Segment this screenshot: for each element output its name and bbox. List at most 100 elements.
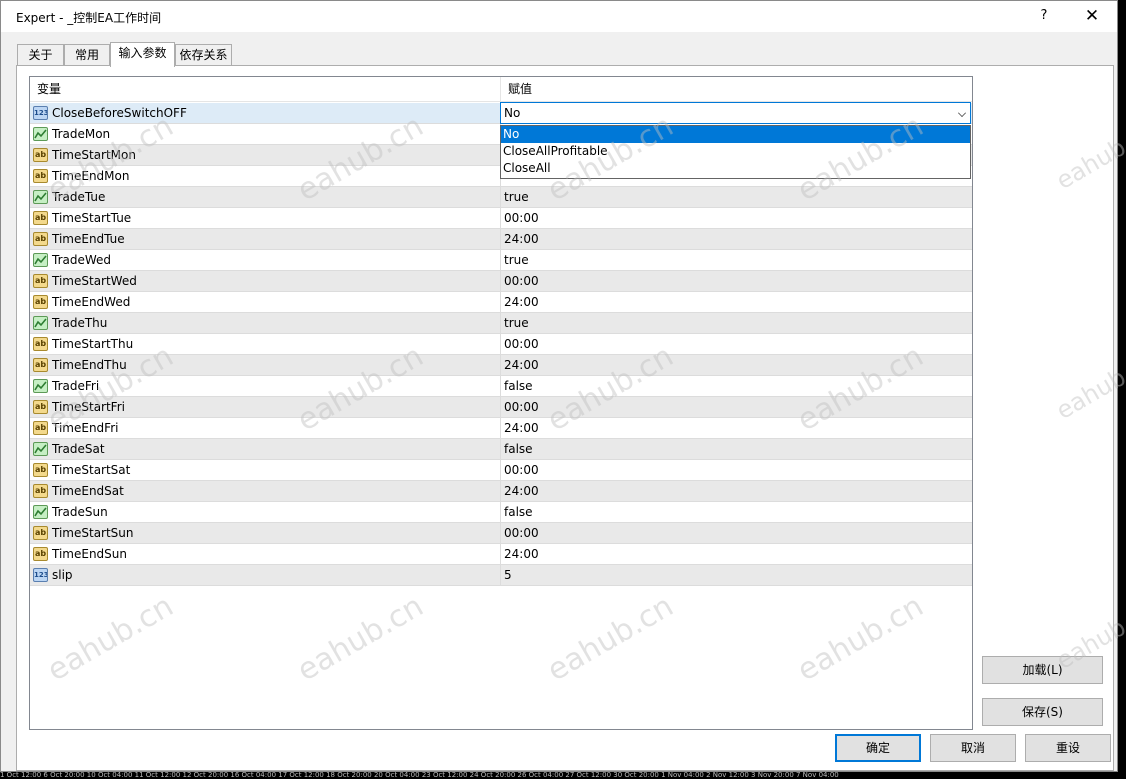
param-value[interactable]: 5 [504,565,972,585]
param-name: TradeMon [52,127,111,141]
table-row[interactable]: TradeThu true [30,313,972,334]
table-row[interactable]: TradeSat false [30,439,972,460]
column-divider [500,187,501,208]
table-row[interactable]: 123 slip 5 [30,565,972,586]
param-value[interactable]: 00:00 [504,334,972,354]
param-name: TimeEndSat [52,484,124,498]
param-name: TradeFri [52,379,100,393]
column-divider [500,271,501,292]
column-divider [500,418,501,439]
column-divider [500,355,501,376]
string-type-icon: ab [33,463,48,477]
param-name: TradeWed [52,253,112,267]
column-divider [500,439,501,460]
table-row[interactable]: ab TimeEndFri 24:00 [30,418,972,439]
ok-button[interactable]: 确定 [835,734,921,762]
header-variable[interactable]: 变量 [30,77,501,102]
window-title: Expert - _控制EA工作时间 [16,11,162,25]
param-value[interactable]: 24:00 [504,355,972,375]
boolean-type-icon [33,127,48,141]
table-row[interactable]: TradeSun false [30,502,972,523]
param-value[interactable]: false [504,439,972,459]
close-button[interactable]: ✕ [1075,5,1109,27]
param-value[interactable]: 24:00 [504,229,972,249]
param-value[interactable]: 00:00 [504,523,972,543]
param-name: TradeTue [52,190,106,204]
param-name: TimeStartSat [52,463,131,477]
column-divider [500,334,501,355]
help-button[interactable]: ? [1029,5,1059,27]
param-name: slip [52,568,73,582]
param-value[interactable]: false [504,376,972,396]
table-row[interactable]: ab TimeEndWed 24:00 [30,292,972,313]
param-name: TimeStartSun [52,526,134,540]
column-divider [500,250,501,271]
param-value[interactable]: true [504,250,972,270]
chevron-down-icon[interactable] [958,109,966,117]
param-name: TimeStartThu [52,337,134,351]
table-row[interactable]: ab TimeEndSat 24:00 [30,481,972,502]
string-type-icon: ab [33,526,48,540]
table-row[interactable]: ab TimeEndThu 24:00 [30,355,972,376]
tab-inputs[interactable]: 输入参数 [110,42,175,67]
tab-common[interactable]: 常用 [64,44,110,66]
param-value[interactable]: 00:00 [504,208,972,228]
column-divider [500,229,501,250]
param-value[interactable]: 00:00 [504,397,972,417]
reset-button[interactable]: 重设 [1025,734,1111,762]
value-combobox[interactable]: No [500,102,971,124]
dropdown-option[interactable]: CloseAll [501,160,970,177]
tab-dependencies[interactable]: 依存关系 [175,44,232,66]
combo-selected: No [504,106,521,120]
table-row[interactable]: ab TimeStartFri 00:00 [30,397,972,418]
table-row[interactable]: ab TimeStartThu 00:00 [30,334,972,355]
param-value[interactable]: 00:00 [504,460,972,480]
column-divider [500,292,501,313]
table-row[interactable]: TradeWed true [30,250,972,271]
string-type-icon: ab [33,211,48,225]
string-type-icon: ab [33,547,48,561]
header-value[interactable]: 赋值 [501,77,972,102]
table-row[interactable]: ab TimeStartTue 00:00 [30,208,972,229]
table-row[interactable]: ab TimeStartWed 00:00 [30,271,972,292]
param-name: TimeStartFri [52,400,125,414]
param-value[interactable]: 24:00 [504,481,972,501]
param-name: TimeEndTue [52,232,125,246]
tab-about[interactable]: 关于 [17,44,64,66]
boolean-type-icon [33,442,48,456]
param-value[interactable]: true [504,187,972,207]
table-row[interactable]: ab TimeEndSun 24:00 [30,544,972,565]
param-name: TimeStartMon [52,148,136,162]
dropdown-option[interactable]: No [501,126,970,143]
string-type-icon: ab [33,274,48,288]
column-divider [500,523,501,544]
string-type-icon: ab [33,148,48,162]
table-row[interactable]: TradeFri false [30,376,972,397]
boolean-type-icon [33,505,48,519]
param-value[interactable]: 00:00 [504,271,972,291]
param-value[interactable]: 24:00 [504,292,972,312]
column-divider [500,376,501,397]
column-divider [500,544,501,565]
param-value[interactable]: false [504,502,972,522]
number-type-icon: 123 [33,106,48,120]
string-type-icon: ab [33,295,48,309]
param-name: TimeEndMon [52,169,130,183]
cancel-button[interactable]: 取消 [930,734,1016,762]
dropdown-option[interactable]: CloseAllProfitable [501,143,970,160]
param-name: TimeEndSun [52,547,127,561]
table-row[interactable]: TradeTue true [30,187,972,208]
param-value[interactable]: 24:00 [504,418,972,438]
table-row[interactable]: ab TimeStartSun 00:00 [30,523,972,544]
table-row[interactable]: ab TimeEndTue 24:00 [30,229,972,250]
load-button[interactable]: 加载(L) [982,656,1103,684]
expert-dialog: Expert - _控制EA工作时间 ? ✕ 关于 常用 输入参数 依存关系 变… [0,0,1126,772]
save-button[interactable]: 保存(S) [982,698,1103,726]
chart-background-strip [1118,0,1126,779]
string-type-icon: ab [33,169,48,183]
parameter-grid: 变量 赋值 123 CloseBeforeSwitchOFF TradeMon ab T… [29,76,973,730]
chart-time-axis: 1 Oct 12:00 6 Oct 20:00 10 Oct 04:00 11 … [0,772,1126,779]
param-value[interactable]: 24:00 [504,544,972,564]
param-value[interactable]: true [504,313,972,333]
table-row[interactable]: ab TimeStartSat 00:00 [30,460,972,481]
